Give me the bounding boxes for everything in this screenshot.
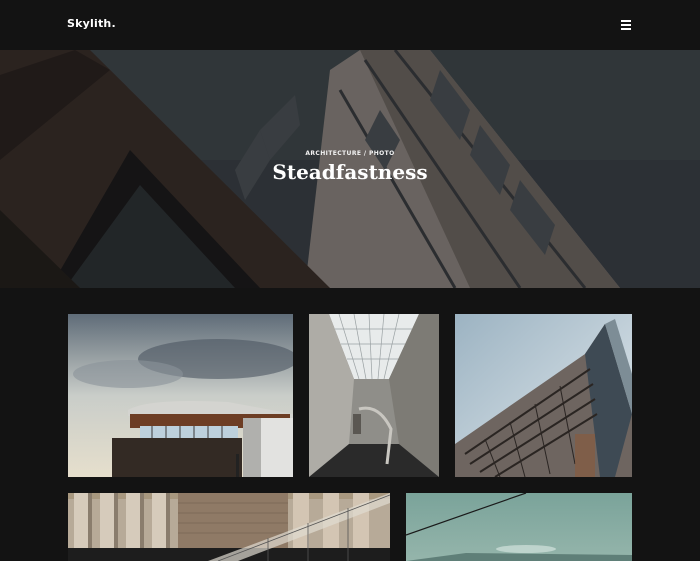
gallery-item-skyscraper[interactable]: [455, 314, 632, 477]
hero-categories: ARCHITECTURE / PHOTO: [0, 150, 700, 157]
gallery-item-teal-sky[interactable]: [406, 493, 632, 561]
hamburger-menu-icon[interactable]: [620, 18, 634, 32]
gallery-image: [455, 314, 632, 477]
category-separator: /: [363, 150, 367, 157]
gallery-item-concrete-corridor[interactable]: [309, 314, 439, 477]
gallery-image: [68, 493, 390, 561]
gallery-image: [68, 314, 293, 477]
category-link-photo[interactable]: PHOTO: [369, 150, 395, 157]
gallery-image: [406, 493, 632, 561]
hero-banner: ARCHITECTURE / PHOTO Steadfastness: [0, 50, 700, 288]
gallery-item-curved-building[interactable]: [68, 314, 293, 477]
site-header: Skylith.: [0, 0, 700, 50]
site-logo[interactable]: Skylith.: [67, 17, 116, 30]
gallery-image: [309, 314, 439, 477]
category-link-architecture[interactable]: ARCHITECTURE: [305, 150, 361, 157]
page-title: Steadfastness: [272, 160, 428, 184]
gallery-item-pillars-stairs[interactable]: [68, 493, 390, 561]
